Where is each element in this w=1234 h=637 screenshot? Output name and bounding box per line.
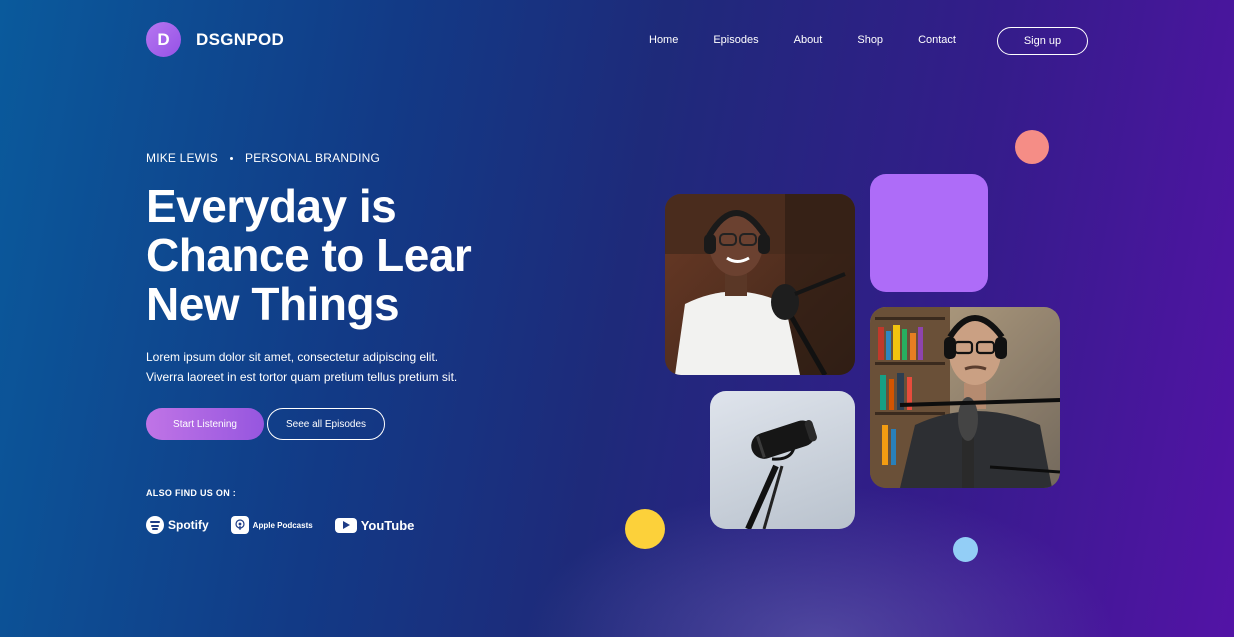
- find-us-label: ALSO FIND US ON :: [146, 488, 237, 498]
- description-line: Viverra laoreet in est tortor quam preti…: [146, 370, 458, 384]
- apple-podcasts-link[interactable]: Apple Podcasts: [230, 516, 313, 534]
- nav-link-about[interactable]: About: [794, 34, 823, 46]
- nav-link-contact[interactable]: Contact: [918, 34, 956, 46]
- decorative-violet-square: [870, 174, 988, 292]
- headline-line: Everyday is: [146, 180, 397, 232]
- logo-badge: D: [146, 22, 181, 57]
- decorative-coral-circle: [1015, 130, 1049, 164]
- decorative-yellow-circle: [625, 509, 665, 549]
- youtube-link[interactable]: YouTube: [334, 517, 415, 533]
- description-line: Lorem ipsum dolor sit amet, consectetur …: [146, 350, 439, 364]
- youtube-icon: [334, 517, 357, 533]
- nav-link-home[interactable]: Home: [649, 34, 678, 46]
- separator-dot: [230, 156, 234, 160]
- headline-line: New Things: [146, 278, 400, 330]
- hero-description: Lorem ipsum dolor sit amet, consectetur …: [146, 347, 457, 387]
- main-menu: Home Episodes About Shop Contact: [649, 34, 991, 46]
- spotify-link[interactable]: Spotify: [146, 516, 209, 534]
- headline-line: Chance to Lear: [146, 229, 472, 281]
- spotify-icon: [146, 516, 164, 534]
- studio-microphone-photo: [710, 391, 855, 529]
- logo[interactable]: D DSGNPOD: [146, 22, 284, 57]
- platform-links: Spotify Apple Podcasts YouTube: [146, 516, 436, 534]
- apple-podcasts-icon: [230, 516, 249, 534]
- top-navigation: D DSGNPOD Home Episodes About Shop Conta…: [146, 22, 1088, 60]
- nav-link-shop[interactable]: Shop: [857, 34, 883, 46]
- author-name: MIKE LEWIS: [146, 151, 219, 165]
- signup-button[interactable]: Sign up: [997, 27, 1088, 55]
- apple-podcasts-label: Apple Podcasts: [252, 520, 313, 530]
- podcaster-glasses-microphone-photo: [870, 307, 1060, 488]
- topic-label: PERSONAL BRANDING: [245, 151, 380, 165]
- podcaster-smiling-headphones-photo: [665, 194, 855, 375]
- hero-eyebrow: MIKE LEWIS PERSONAL BRANDING: [146, 151, 380, 165]
- logo-text: DSGNPOD: [196, 29, 285, 49]
- see-all-episodes-button[interactable]: Seee all Episodes: [267, 408, 385, 440]
- start-listening-button[interactable]: Start Listening: [146, 408, 264, 440]
- spotify-label: Spotify: [168, 518, 209, 532]
- decorative-light-blue-circle: [953, 537, 978, 562]
- nav-link-episodes[interactable]: Episodes: [713, 34, 758, 46]
- hero-headline: Everyday is Chance to Lear New Things: [146, 182, 566, 329]
- youtube-label: YouTube: [360, 517, 415, 533]
